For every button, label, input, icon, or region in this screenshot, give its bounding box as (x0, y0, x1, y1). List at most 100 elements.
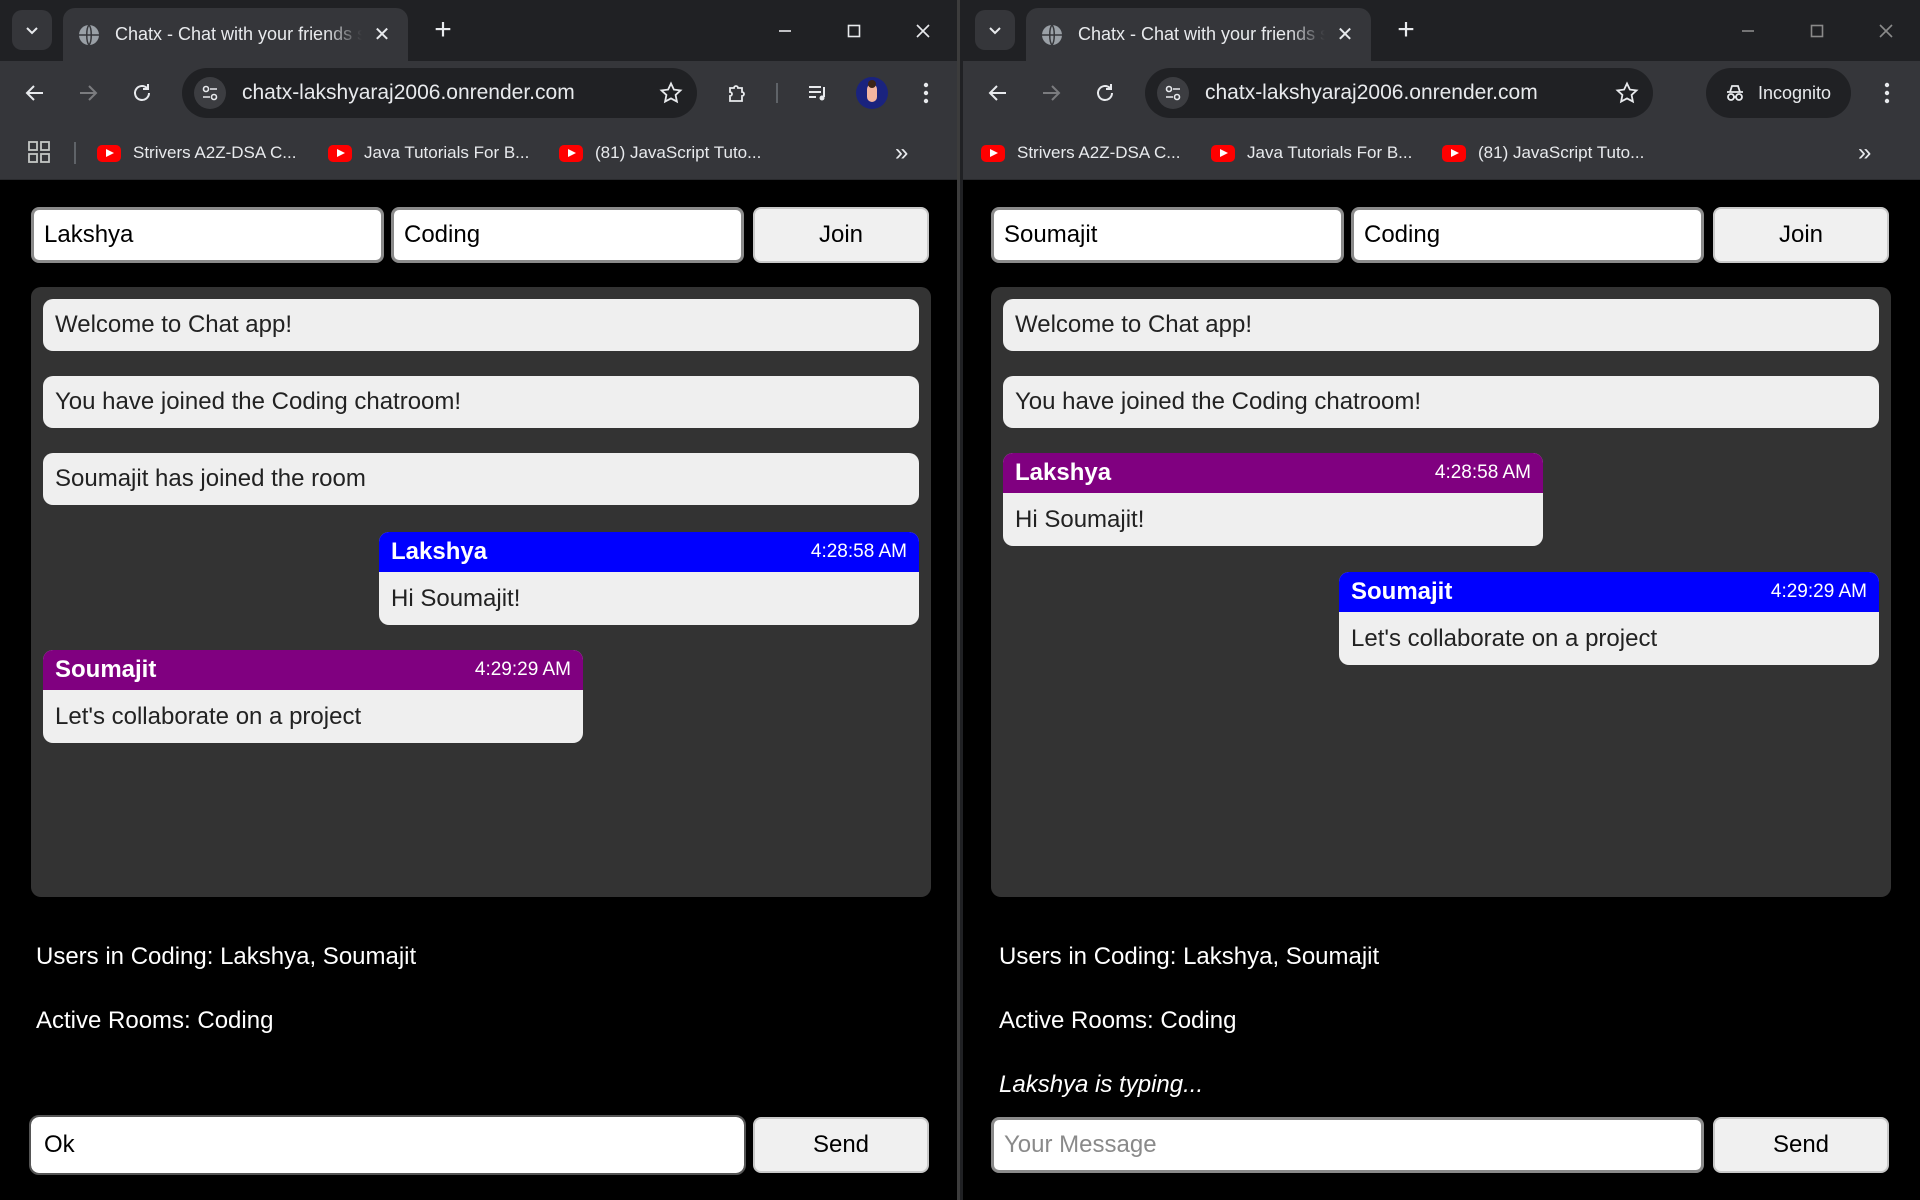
media-controls-button[interactable] (798, 73, 838, 113)
puzzle-icon (729, 85, 745, 102)
minimize-button[interactable] (750, 0, 819, 61)
system-message: Welcome to Chat app! (1003, 299, 1879, 351)
message-author: Lakshya (391, 538, 488, 565)
message-input[interactable]: Your Message (991, 1117, 1704, 1173)
bookmarks-divider (74, 142, 76, 164)
bookmark-item[interactable]: (81) JavaScript Tuto... (559, 139, 761, 167)
reload-icon (1097, 84, 1113, 101)
message-text: Let's collaborate on a project (1351, 624, 1658, 652)
maximize-button[interactable] (1782, 0, 1851, 61)
reload-icon (134, 84, 150, 101)
bookmark-star-icon[interactable] (659, 81, 683, 105)
reload-button[interactable] (1085, 73, 1125, 113)
bookmarks-bar: Strivers A2Z-DSA C... Java Tutorials For… (0, 125, 957, 180)
globe-icon (79, 23, 99, 46)
browser-window-right: Chatx - Chat with your friends seamlessl… (963, 0, 1920, 1200)
browser-menu-button[interactable] (906, 73, 946, 113)
message-author: Lakshya (1015, 459, 1112, 486)
minimize-icon (778, 29, 791, 32)
close-window-button[interactable] (888, 0, 957, 61)
message-author: Soumajit (55, 656, 157, 683)
system-message: You have joined the Coding chatroom! (1003, 376, 1879, 428)
window-controls (1713, 0, 1920, 61)
message-text: Let's collaborate on a project (55, 702, 362, 730)
bookmark-item[interactable]: Java Tutorials For B... (328, 139, 529, 167)
username-input[interactable]: Lakshya (31, 207, 384, 263)
youtube-icon (559, 144, 583, 162)
close-tab-icon[interactable]: ✕ (370, 22, 394, 47)
close-window-button[interactable] (1851, 0, 1920, 61)
close-icon (915, 23, 930, 38)
url-text: chatx-lakshyaraj2006.onrender.com (1205, 81, 1538, 104)
message-header: Lakshya 4:28:58 AM (379, 532, 919, 572)
message-header: Soumajit 4:29:29 AM (43, 650, 583, 690)
bookmark-item[interactable]: (81) JavaScript Tuto... (1442, 139, 1644, 167)
chat-message-self: Lakshya 4:28:58 AM Hi Soumajit! (379, 532, 919, 625)
bookmark-star-icon[interactable] (1615, 81, 1639, 105)
message-header: Lakshya 4:28:58 AM (1003, 453, 1543, 493)
messages-panel: Welcome to Chat app! You have joined the… (31, 287, 931, 897)
site-info-icon[interactable] (194, 77, 226, 109)
profile-avatar[interactable] (856, 77, 888, 109)
back-button[interactable] (978, 73, 1018, 113)
close-tab-icon[interactable]: ✕ (1333, 22, 1357, 47)
media-queue-icon (809, 86, 825, 101)
active-rooms-info: Active Rooms: Coding (36, 1007, 274, 1034)
tab-search-button[interactable] (12, 10, 52, 50)
bookmark-item[interactable]: Strivers A2Z-DSA C... (97, 139, 296, 167)
maximize-button[interactable] (819, 0, 888, 61)
system-message: You have joined the Coding chatroom! (43, 376, 919, 428)
bookmark-item[interactable]: Strivers A2Z-DSA C... (981, 139, 1180, 167)
message-text: Hi Soumajit! (391, 584, 521, 612)
chat-message-self: Soumajit 4:29:29 AM Let's collaborate on… (1339, 572, 1879, 665)
chevron-down-icon (989, 27, 1001, 35)
tab-search-button[interactable] (975, 10, 1015, 50)
address-bar[interactable]: chatx-lakshyaraj2006.onrender.com (182, 68, 697, 118)
send-button[interactable]: Send (1713, 1117, 1889, 1173)
active-rooms-info: Active Rooms: Coding (999, 1007, 1237, 1034)
send-button[interactable]: Send (753, 1117, 929, 1173)
window-controls (750, 0, 957, 61)
chat-app: Soumajit Coding Join Welcome to Chat app… (963, 181, 1920, 1200)
message-header: Soumajit 4:29:29 AM (1339, 572, 1879, 612)
message-text: Hi Soumajit! (1015, 505, 1145, 533)
forward-button[interactable] (68, 73, 108, 113)
browser-toolbar: chatx-lakshyaraj2006.onrender.com (0, 61, 957, 125)
browser-tab[interactable]: Chatx - Chat with your friends seamlessl… (63, 8, 408, 61)
site-info-icon[interactable] (1157, 77, 1189, 109)
apps-grid-icon[interactable] (28, 141, 50, 168)
room-input[interactable]: Coding (1351, 207, 1704, 263)
username-input[interactable]: Soumajit (991, 207, 1344, 263)
address-bar[interactable]: chatx-lakshyaraj2006.onrender.com (1145, 68, 1653, 118)
tab-title: Chatx - Chat with your friends seamlessl… (115, 24, 362, 44)
forward-button[interactable] (1031, 73, 1071, 113)
new-tab-button[interactable]: + (1388, 12, 1424, 48)
more-bookmarks-icon[interactable]: » (1858, 139, 1871, 167)
browser-menu-button[interactable] (1867, 73, 1907, 113)
minimize-button[interactable] (1713, 0, 1782, 61)
room-input[interactable]: Coding (391, 207, 744, 263)
extensions-button[interactable] (718, 73, 758, 113)
maximize-icon (1810, 24, 1823, 37)
message-placeholder: Your Message (1004, 1131, 1157, 1158)
message-input[interactable]: Ok (29, 1115, 746, 1175)
join-button[interactable]: Join (1713, 207, 1889, 263)
youtube-icon (328, 144, 352, 162)
more-vertical-icon (923, 82, 929, 104)
browser-tab[interactable]: Chatx - Chat with your friends seamlessl… (1026, 8, 1371, 61)
join-button[interactable]: Join (753, 207, 929, 263)
incognito-badge[interactable]: Incognito (1706, 68, 1852, 118)
close-icon (1878, 23, 1893, 38)
reload-button[interactable] (122, 73, 162, 113)
room-users-info: Users in Coding: Lakshya, Soumajit (999, 943, 1380, 970)
message-time: 4:28:58 AM (1434, 462, 1531, 483)
bookmark-item[interactable]: Java Tutorials For B... (1211, 139, 1412, 167)
new-tab-button[interactable]: + (425, 12, 461, 48)
back-arrow-icon (25, 85, 43, 101)
system-message: Welcome to Chat app! (43, 299, 919, 351)
back-button[interactable] (15, 73, 55, 113)
message-time: 4:28:58 AM (810, 541, 907, 562)
more-bookmarks-icon[interactable]: » (895, 139, 908, 167)
system-message: Soumajit has joined the room (43, 453, 919, 505)
incognito-icon (1727, 85, 1743, 101)
